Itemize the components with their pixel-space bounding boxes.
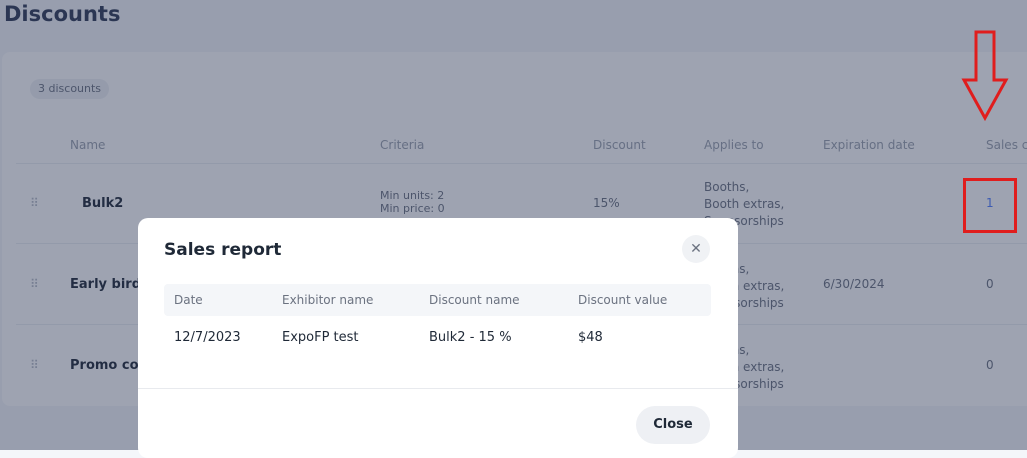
close-icon[interactable]: ✕ [682, 235, 710, 263]
annotation-highlight-box [963, 178, 1017, 233]
table-header: Date Exhibitor name Discount name Discou… [164, 284, 711, 316]
discount-name: Bulk2 - 15 % [429, 330, 512, 345]
column-header-discount-name: Discount name [429, 293, 520, 307]
column-header-discount-value: Discount value [578, 293, 668, 307]
table-row: 12/7/2023 ExpoFP test Bulk2 - 15 % $48 [164, 316, 711, 360]
column-header-exhibitor-name: Exhibitor name [282, 293, 374, 307]
sale-date: 12/7/2023 [174, 330, 241, 345]
discount-value: $48 [578, 330, 603, 345]
modal-divider [138, 388, 738, 389]
sales-report-modal: Sales report ✕ Date Exhibitor name Disco… [138, 218, 738, 458]
annotation-arrow-icon [961, 30, 1009, 122]
close-button[interactable]: Close [636, 406, 710, 444]
sales-report-table: Date Exhibitor name Discount name Discou… [164, 284, 711, 360]
modal-title: Sales report [164, 240, 282, 260]
column-header-date: Date [174, 293, 203, 307]
exhibitor-name: ExpoFP test [282, 330, 359, 345]
